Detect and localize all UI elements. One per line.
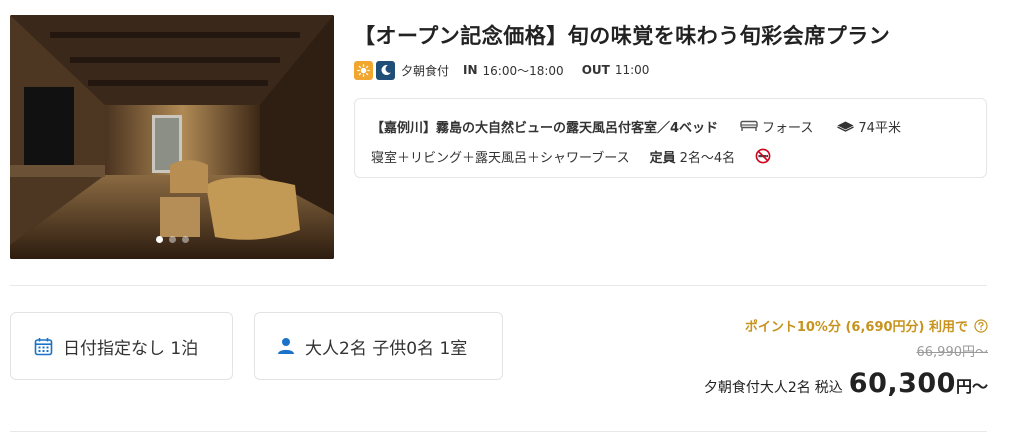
room-layout: 寝室＋リビング＋露天風呂＋シャワーブース [371, 150, 630, 166]
meal-label: 夕朝食付 [401, 63, 450, 78]
guests-selector-button[interactable]: 大人2名 子供0名 1室 [254, 312, 503, 380]
area-spec: 74平米 [837, 117, 901, 136]
room-name: 【嘉例川】霧島の大自然ビューの露天風呂付客室／4ベッド [371, 120, 719, 136]
capacity-value: 2名〜4名 [679, 150, 736, 166]
section-divider-bottom [10, 431, 987, 432]
guests-selector-label: 大人2名 子供0名 1室 [305, 338, 468, 359]
room-area: 74平米 [858, 120, 901, 136]
price-unit: 円〜 [955, 377, 988, 396]
check-in-time: 16:00〜18:00 [482, 63, 564, 78]
moon-icon [376, 60, 395, 80]
bed-spec: フォース [740, 117, 813, 136]
carousel-dot[interactable] [168, 236, 176, 243]
tax-label: 税込 [814, 380, 843, 396]
help-icon[interactable] [974, 318, 988, 333]
capacity-label: 定員 [649, 150, 676, 166]
room-line-primary: 【嘉例川】霧島の大自然ビューの露天風呂付客室／4ベッド フォース 74平米 [371, 115, 972, 137]
carousel-dot[interactable] [155, 236, 163, 243]
floor-area-icon [837, 121, 855, 132]
price-amount: 60,300 [848, 368, 956, 399]
price-description: 夕朝食付大人2名 [703, 380, 811, 396]
check-out-time: 11:00 [614, 63, 650, 77]
points-text: ポイント10%分 (6,690円分) 利用で [744, 320, 968, 335]
no-smoking-icon [755, 148, 771, 164]
person-icon [278, 338, 294, 354]
room-info-box[interactable]: 【嘉例川】霧島の大自然ビューの露天風呂付客室／4ベッド フォース 74平米 寝室… [354, 98, 987, 178]
carousel-dots [10, 236, 334, 243]
points-discount: ポイント10%分 (6,690円分) 利用で [704, 316, 988, 335]
plan-title[interactable]: 【オープン記念価格】旬の味覚を味わう旬彩会席プラン [354, 20, 890, 50]
check-in-label: IN [463, 63, 478, 77]
meal-info-row: 夕朝食付 IN 16:00〜18:00 OUT 11:00 [354, 60, 667, 80]
check-out-label: OUT [581, 63, 610, 77]
room-photo-image [10, 15, 334, 259]
original-price: 66,990円〜 [916, 345, 989, 360]
price-area: ポイント10%分 (6,690円分) 利用で 66,990円〜 夕朝食付大人2名… [704, 316, 988, 399]
date-selector-button[interactable]: 日付指定なし 1泊 [10, 312, 233, 380]
room-line-secondary: 寝室＋リビング＋露天風呂＋シャワーブース 定員 2名〜4名 [371, 145, 972, 167]
date-selector-label: 日付指定なし 1泊 [63, 338, 199, 359]
section-divider-top [10, 285, 987, 286]
final-price: 夕朝食付大人2名 税込 60,300 円〜 [704, 368, 988, 399]
bed-type: フォース [762, 120, 814, 136]
sun-icon [354, 60, 373, 80]
room-photo[interactable] [10, 15, 334, 259]
bed-icon [740, 120, 758, 131]
calendar-icon [34, 337, 53, 355]
carousel-dot[interactable] [181, 236, 189, 243]
